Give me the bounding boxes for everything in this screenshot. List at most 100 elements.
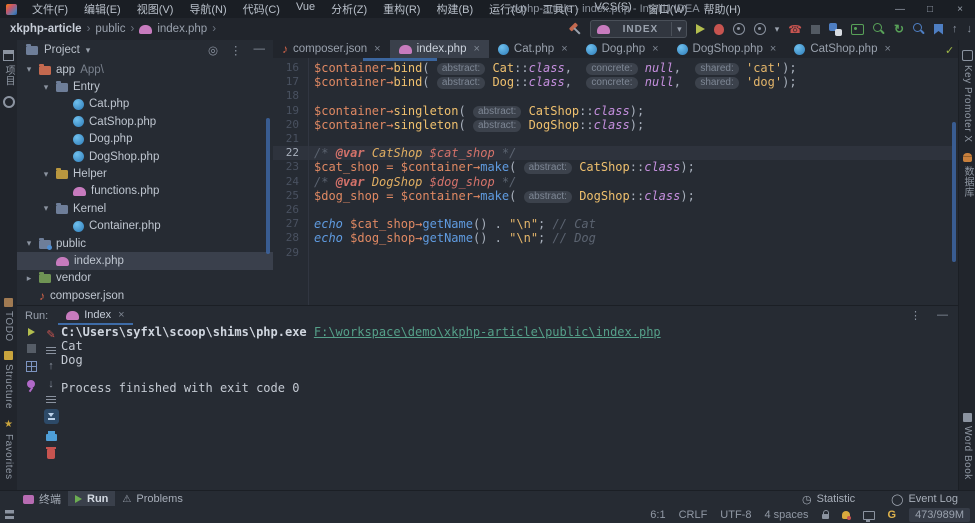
editor-tab-index.php[interactable]: index.php× [390,40,489,58]
readonly-lock-icon[interactable] [822,514,829,519]
search-green-icon[interactable] [873,23,882,32]
close-icon[interactable]: × [652,43,658,55]
menu-item-4[interactable]: 代码(C) [236,0,287,19]
editor-tab-CatShop.php[interactable]: CatShop.php× [785,40,900,58]
more-options-icon[interactable]: ⋮ [910,309,921,322]
build-icon[interactable] [568,23,581,36]
stripe-item-TODO[interactable]: TODO [3,298,14,342]
hide-panel-icon[interactable]: — [937,309,948,322]
menu-item-13[interactable]: 帮助(H) [696,0,747,19]
tree-item-vendor[interactable]: ▸vendor [17,270,273,287]
chevron-down-icon[interactable]: ▾ [24,238,34,249]
tree-item-Dog.php[interactable]: Dog.php [17,131,273,148]
problems-toolwindow-button[interactable]: ⚠ Problems [115,491,189,507]
terminal-toolwindow-button[interactable]: 终端 [16,491,68,507]
run-button[interactable] [696,24,705,34]
stripe-item-Word Book[interactable]: Word Book [957,413,975,480]
code-line-24[interactable]: /* @var DogShop $dog_shop */ [314,175,797,189]
chevron-down-icon[interactable]: ▾ [41,203,51,214]
tree-item-Helper[interactable]: ▾Helper [17,165,273,182]
tree-item-composer.json[interactable]: ♪composer.json [17,287,273,304]
code-line-28[interactable]: echo $dog_shop→getName() . "\n"; // Dog [314,231,797,245]
stripe-item-Favorites[interactable]: ★Favorites [3,419,14,480]
breadcrumb-item-0[interactable]: xkphp-article [10,23,82,35]
editor-gutter[interactable]: 1617181920212223242526272829 [273,61,299,260]
file-encoding[interactable]: UTF-8 [720,509,751,521]
chevron-down-icon[interactable]: ▾ [677,24,682,35]
menu-item-8[interactable]: 构建(B) [429,0,480,19]
inspections-ok-icon[interactable]: ✓ [945,44,954,57]
tree-item-Container.php[interactable]: Container.php [17,218,273,235]
profiler-button[interactable] [754,23,766,35]
close-icon[interactable]: × [561,43,567,55]
editor-tab-Dog.php[interactable]: Dog.php× [577,40,668,58]
code-line-22[interactable]: /* @var CatShop $cat_shop */ [314,146,797,160]
hide-panel-icon[interactable]: — [254,43,266,57]
google-translate-icon[interactable]: G [888,509,897,521]
more-options-icon[interactable]: ⋮ [230,43,242,57]
down-stack-trace-icon[interactable]: ↓ [48,378,54,390]
code-line-16[interactable]: $container→bind( abstract: Cat::class, c… [314,61,797,75]
caret-position[interactable]: 6:1 [650,509,665,521]
code-line-26[interactable] [314,203,797,217]
editor-tab-Cat.php[interactable]: Cat.php× [489,40,577,58]
memory-indicator[interactable]: 473/989M [909,508,970,522]
close-icon[interactable]: × [374,43,380,55]
code-line-27[interactable]: echo $cat_shop→getName() . "\n"; // Cat [314,217,797,231]
close-icon[interactable]: × [118,309,124,321]
down-arrow-icon[interactable]: ↓ [967,23,973,35]
up-stack-trace-icon[interactable]: ↑ [48,360,54,372]
menu-item-3[interactable]: 导航(N) [182,0,233,19]
editor-tab-composer.json[interactable]: ♪composer.json× [273,40,390,58]
menu-item-0[interactable]: 文件(F) [25,0,75,19]
editor-tab-DogShop.php[interactable]: DogShop.php× [668,40,786,58]
code-line-17[interactable]: $container→bind( abstract: Dog::class, c… [314,75,797,89]
soft-wrap-icon[interactable] [46,396,56,403]
code-line-25[interactable]: $dog_shop = $container→make( abstract: D… [314,189,797,203]
screencast-icon[interactable] [863,511,875,520]
run-config-selector[interactable]: INDEX ▾ [590,20,687,38]
minimize-icon[interactable]: — [885,0,915,18]
coverage-button[interactable] [733,23,745,35]
chevron-down-icon[interactable]: ▾ [24,64,34,75]
stripe-item-Structure[interactable]: Structure [3,351,14,409]
capture-icon[interactable] [851,24,864,35]
line-separator[interactable]: CRLF [679,509,708,521]
run-tab-index[interactable]: Index × [58,306,132,325]
tree-item-Entry[interactable]: ▾Entry [17,78,273,95]
chevron-right-icon[interactable]: ▸ [24,273,34,284]
close-icon[interactable]: × [945,0,975,18]
bookmark-icon[interactable] [934,24,943,35]
tree-item-DogShop.php[interactable]: DogShop.php [17,148,273,165]
clear-console-icon[interactable] [47,449,55,459]
menu-item-6[interactable]: 分析(Z) [324,0,374,19]
scroll-to-end-icon[interactable] [44,409,59,424]
debug-button[interactable] [714,24,724,35]
menu-item-2[interactable]: 视图(V) [130,0,181,19]
project-panel-header[interactable]: Project ▾ ◎ ⋮ — [17,40,273,60]
indent-style[interactable]: 4 spaces [764,509,808,521]
restore-icon[interactable]: □ [915,0,945,18]
code-line-18[interactable] [314,89,797,103]
menu-item-7[interactable]: 重构(R) [376,0,427,19]
run-toolwindow-button[interactable]: Run [68,491,115,507]
breadcrumb-item-1[interactable]: public [95,23,125,35]
run-dashboard-icon[interactable] [26,361,37,372]
code-line-21[interactable] [314,132,797,146]
pin-tab-icon[interactable] [27,380,35,388]
restore-layout-icon[interactable] [46,347,56,354]
chevron-down-icon[interactable]: ▾ [41,169,51,180]
profiler-chevron-icon[interactable]: ▾ [775,24,780,35]
code-line-23[interactable]: $cat_shop = $container→make( abstract: C… [314,160,797,174]
console-file-link[interactable]: F:\workspace\demo\xkphp-article\public\i… [314,325,661,339]
code-line-29[interactable] [314,245,797,259]
close-icon[interactable]: × [884,43,890,55]
code-line-19[interactable]: $container→singleton( abstract: CatShop:… [314,104,797,118]
code-line-20[interactable]: $container→singleton( abstract: DogShop:… [314,118,797,132]
edit-config-icon[interactable]: ✎ [46,328,55,341]
notification-icon[interactable] [842,511,850,519]
chevron-down-icon[interactable]: ▾ [86,45,91,56]
toolwindow-switcher-icon[interactable] [5,510,14,519]
close-icon[interactable]: × [770,43,776,55]
search-blue-icon[interactable] [913,23,922,32]
